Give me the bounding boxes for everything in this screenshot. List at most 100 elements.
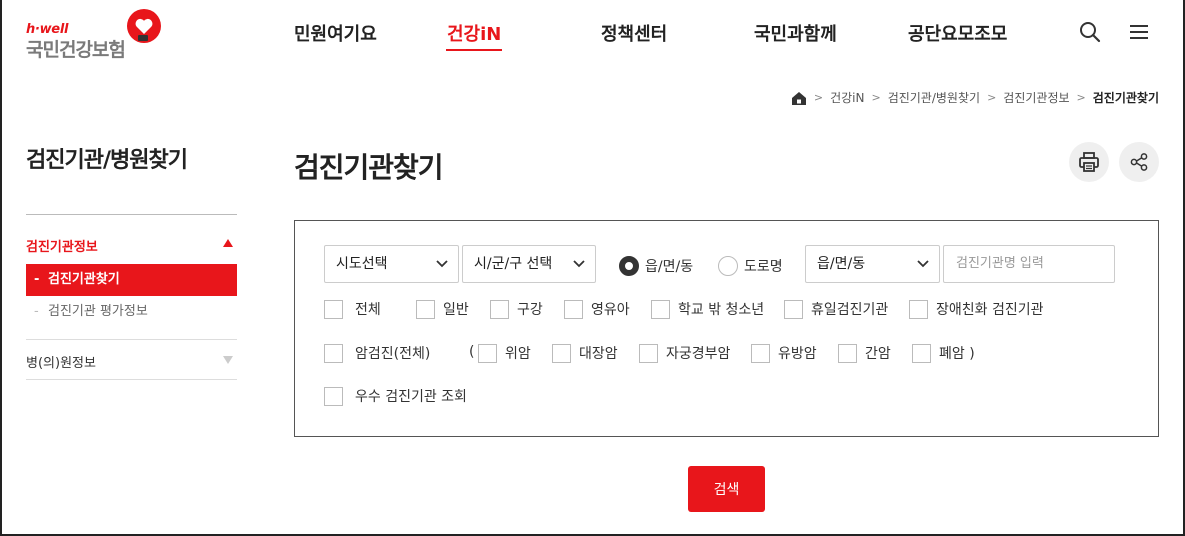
checkbox-box xyxy=(751,343,770,363)
dash-marker: - xyxy=(34,272,40,287)
lnb-item-label: 검진기관찾기 xyxy=(48,272,120,287)
chevron-right-icon: > xyxy=(871,91,881,104)
checkbox-label: 장애친화 검진기관 xyxy=(936,302,1044,318)
checkbox-infant[interactable]: 영유아 xyxy=(564,299,630,319)
checkbox-cancer-all[interactable]: 암검진(전체) xyxy=(324,343,430,363)
dash-marker: - xyxy=(34,304,39,319)
select-value: 시/군/구 선택 xyxy=(474,256,553,272)
checkbox-box xyxy=(416,299,435,319)
print-button[interactable] xyxy=(1069,142,1109,182)
institution-name-input[interactable]: 검진기관명 입력 xyxy=(943,245,1115,283)
lnb-item-checkup-evaluation[interactable]: - 검진기관 평가정보 xyxy=(26,296,237,328)
checkbox-label: 우수 검진기관 조회 xyxy=(355,389,467,405)
radio-label: 읍/면/동 xyxy=(645,259,694,275)
checkbox-label: 영유아 xyxy=(591,302,630,318)
checkbox-box xyxy=(564,299,583,319)
checkbox-label: 구강 xyxy=(517,302,543,318)
search-button-label: 검색 xyxy=(713,482,740,498)
checkbox-box xyxy=(490,299,509,319)
checkbox-box xyxy=(909,299,928,319)
checkbox-box xyxy=(478,343,497,363)
chevron-down-icon xyxy=(573,260,585,268)
checkbox-box xyxy=(324,343,343,363)
dong-select[interactable]: 읍/면/동 xyxy=(805,245,940,283)
checkbox-stomach-cancer[interactable]: 위암 xyxy=(478,343,531,363)
breadcrumb-current: 검진기관찾기 xyxy=(1092,91,1159,105)
checkbox-out-of-school-youth[interactable]: 학교 밖 청소년 xyxy=(651,299,764,319)
checkbox-label: 유방암 xyxy=(778,346,817,362)
chevron-down-icon xyxy=(436,260,448,268)
lnb-item-checkup-search[interactable]: - 검진기관찾기 xyxy=(26,264,237,296)
breadcrumb: > 건강iN > 검진기관/병원찾기 > 검진기관정보 > 검진기관찾기 xyxy=(791,89,1159,106)
checkbox-disability-friendly[interactable]: 장애친화 검진기관 xyxy=(909,299,1044,319)
radio-label: 도로명 xyxy=(744,259,783,275)
checkbox-cervical-cancer[interactable]: 자궁경부암 xyxy=(639,343,730,363)
checkbox-box xyxy=(838,343,857,363)
checkbox-label: 학교 밖 청소년 xyxy=(678,302,765,318)
checkbox-box xyxy=(912,343,931,363)
divider xyxy=(26,214,237,215)
input-placeholder: 검진기관명 입력 xyxy=(956,256,1044,271)
breadcrumb-item[interactable]: 검진기관정보 xyxy=(1003,89,1069,106)
nav-item-with-people[interactable]: 국민과함께 xyxy=(754,20,837,46)
radio-road-name[interactable]: 도로명 xyxy=(718,256,783,276)
printer-icon xyxy=(1079,152,1099,172)
checkbox-holiday[interactable]: 휴일검진기관 xyxy=(784,299,888,319)
nav-item-health-in[interactable]: 건강iN xyxy=(445,20,503,51)
sigungu-select[interactable]: 시/군/구 선택 xyxy=(462,245,596,283)
search-button[interactable]: 검색 xyxy=(688,466,765,512)
radio-eupmyeondong[interactable]: 읍/면/동 xyxy=(619,256,693,276)
home-icon[interactable] xyxy=(791,91,807,105)
lnb-title: 검진기관/병원찾기 xyxy=(26,148,188,173)
radio-circle xyxy=(718,256,738,276)
lnb-section-hospital-info[interactable]: 병(의)원정보 xyxy=(26,352,237,371)
checkbox-label: 전체 xyxy=(355,302,381,318)
checkbox-excellent-institution[interactable]: 우수 검진기관 조회 xyxy=(324,386,467,406)
checkbox-liver-cancer[interactable]: 간암 xyxy=(838,343,891,363)
checkbox-box xyxy=(784,299,803,319)
page-title: 검진기관찾기 xyxy=(294,151,444,184)
checkbox-breast-cancer[interactable]: 유방암 xyxy=(751,343,817,363)
chevron-right-icon: > xyxy=(1076,91,1086,104)
checkbox-oral[interactable]: 구강 xyxy=(490,299,543,319)
sido-select[interactable]: 시도선택 xyxy=(324,245,459,283)
checkbox-label: 자궁경부암 xyxy=(666,346,731,362)
chevron-right-icon: > xyxy=(813,91,824,104)
chevron-right-icon: > xyxy=(987,91,997,104)
nav-item-minwon[interactable]: 민원여기요 xyxy=(294,20,377,46)
checkbox-label: 일반 xyxy=(443,302,469,318)
lnb-section-label: 검진기관정보 xyxy=(26,240,98,255)
checkbox-box xyxy=(324,299,343,319)
breadcrumb-item[interactable]: 검진기관/병원찾기 xyxy=(888,89,980,106)
radio-circle xyxy=(619,256,639,276)
triangle-up-icon xyxy=(223,239,233,247)
select-value: 읍/면/동 xyxy=(817,256,866,272)
lnb-section-label: 병(의)원정보 xyxy=(26,356,96,371)
breadcrumb-item[interactable]: 건강iN xyxy=(830,89,864,106)
checkbox-label: 위암 xyxy=(505,346,531,362)
checkbox-lung-cancer[interactable]: 폐암 ) xyxy=(912,343,975,363)
search-icon[interactable] xyxy=(1078,20,1102,44)
checkbox-label: 대장암 xyxy=(579,346,618,362)
checkbox-colon-cancer[interactable]: 대장암 xyxy=(552,343,618,363)
logo-name: 국민건강보험 xyxy=(26,39,126,61)
site-logo[interactable]: h·well 국민건강보험 xyxy=(26,9,166,61)
checkbox-label: 간암 xyxy=(865,346,891,362)
checkbox-box xyxy=(552,343,571,363)
menu-icon[interactable] xyxy=(1127,20,1151,44)
checkbox-box xyxy=(324,386,343,406)
checkbox-box xyxy=(639,343,658,363)
checkbox-general[interactable]: 일반 xyxy=(416,299,469,319)
checkbox-label: 폐암 ) xyxy=(939,346,975,362)
nav-item-about[interactable]: 공단요모조모 xyxy=(908,20,1007,46)
checkbox-label: 휴일검진기관 xyxy=(811,302,889,318)
lnb-section-checkup-info[interactable]: 검진기관정보 xyxy=(26,236,237,255)
heart-icon xyxy=(127,9,161,43)
checkbox-all[interactable]: 전체 xyxy=(324,299,381,319)
chevron-down-icon xyxy=(917,260,929,268)
checkbox-label: 암검진(전체) xyxy=(355,346,431,362)
divider xyxy=(26,339,237,340)
share-button[interactable] xyxy=(1119,142,1159,182)
checkbox-box xyxy=(651,299,670,319)
nav-item-policy-center[interactable]: 정책센터 xyxy=(601,20,667,46)
